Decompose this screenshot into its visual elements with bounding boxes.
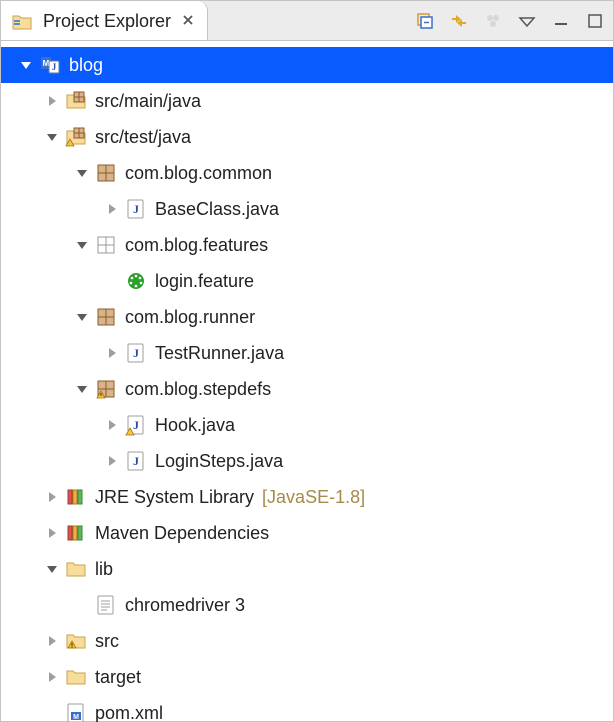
tree-item-maven-deps[interactable]: Maven Dependencies <box>1 515 613 551</box>
tree-item-chromedriver[interactable]: chromedriver 3 <box>1 587 613 623</box>
package-empty-icon <box>95 234 117 256</box>
expand-toggle[interactable] <box>73 308 91 326</box>
tree-label: src <box>95 631 119 652</box>
tree-item-baseclass[interactable]: BaseClass.java <box>1 191 613 227</box>
link-editor-button[interactable] <box>447 9 471 33</box>
tree-label: TestRunner.java <box>155 343 284 364</box>
tree-item-target[interactable]: target <box>1 659 613 695</box>
tree-label: com.blog.runner <box>125 307 255 328</box>
tree-item-src-main-java[interactable]: src/main/java <box>1 83 613 119</box>
tree-item-src[interactable]: src <box>1 623 613 659</box>
tab-title: Project Explorer <box>43 11 171 32</box>
tree-item-jre[interactable]: JRE System Library [JavaSE-1.8] <box>1 479 613 515</box>
tree-label: target <box>95 667 141 688</box>
project-explorer-icon <box>11 11 33 33</box>
expand-toggle[interactable] <box>73 236 91 254</box>
tree-item-login-feature[interactable]: login.feature <box>1 263 613 299</box>
maximize-view-button[interactable] <box>583 9 607 33</box>
tree-item-project[interactable]: blog <box>1 47 613 83</box>
tree-label: com.blog.features <box>125 235 268 256</box>
cucumber-feature-icon <box>125 270 147 292</box>
tree-label: login.feature <box>155 271 254 292</box>
view-menu-button[interactable] <box>515 9 539 33</box>
expand-toggle[interactable] <box>103 452 121 470</box>
tree-label: Hook.java <box>155 415 235 436</box>
expand-toggle[interactable] <box>43 560 61 578</box>
project-tree[interactable]: blog src/main/java src/test/java com.blo… <box>1 41 613 722</box>
java-file-warn-icon <box>125 414 147 436</box>
expand-toggle[interactable] <box>43 488 61 506</box>
tree-item-loginsteps[interactable]: LoginSteps.java <box>1 443 613 479</box>
tree-label: src/main/java <box>95 91 201 112</box>
maven-pom-icon <box>65 702 87 722</box>
library-icon <box>65 522 87 544</box>
tree-item-pkg-stepdefs[interactable]: com.blog.stepdefs <box>1 371 613 407</box>
expand-toggle[interactable] <box>43 92 61 110</box>
tree-item-testrunner[interactable]: TestRunner.java <box>1 335 613 371</box>
expand-toggle[interactable] <box>73 164 91 182</box>
tree-item-pom[interactable]: pom.xml <box>1 695 613 722</box>
source-folder-icon <box>65 90 87 112</box>
tab-project-explorer[interactable]: Project Explorer <box>1 1 208 40</box>
maven-java-project-icon <box>39 54 61 76</box>
tree-item-src-test-java[interactable]: src/test/java <box>1 119 613 155</box>
tree-label: LoginSteps.java <box>155 451 283 472</box>
folder-warn-icon <box>65 630 87 652</box>
collapse-all-button[interactable] <box>413 9 437 33</box>
tree-label: BaseClass.java <box>155 199 279 220</box>
tree-label: com.blog.stepdefs <box>125 379 271 400</box>
library-icon <box>65 486 87 508</box>
close-tab-icon[interactable] <box>181 11 195 32</box>
text-file-icon <box>95 594 117 616</box>
package-icon <box>95 162 117 184</box>
expand-toggle[interactable] <box>73 380 91 398</box>
tree-label: lib <box>95 559 113 580</box>
tree-item-pkg-features[interactable]: com.blog.features <box>1 227 613 263</box>
tree-label: chromedriver 3 <box>125 595 245 616</box>
tree-item-hook[interactable]: Hook.java <box>1 407 613 443</box>
expand-toggle[interactable] <box>103 344 121 362</box>
tree-item-lib[interactable]: lib <box>1 551 613 587</box>
expand-toggle[interactable] <box>103 200 121 218</box>
tree-label: pom.xml <box>95 703 163 722</box>
expand-toggle[interactable] <box>103 416 121 434</box>
tree-label: JRE System Library <box>95 487 254 508</box>
expand-toggle[interactable] <box>43 668 61 686</box>
java-file-icon <box>125 198 147 220</box>
tree-label: blog <box>69 55 103 76</box>
tree-item-pkg-common[interactable]: com.blog.common <box>1 155 613 191</box>
focus-task-button[interactable] <box>481 9 505 33</box>
java-file-icon <box>125 342 147 364</box>
expand-toggle[interactable] <box>43 128 61 146</box>
folder-icon <box>65 666 87 688</box>
minimize-view-button[interactable] <box>549 9 573 33</box>
tree-item-pkg-runner[interactable]: com.blog.runner <box>1 299 613 335</box>
folder-icon <box>65 558 87 580</box>
view-toolbar <box>413 1 613 40</box>
expand-toggle[interactable] <box>43 632 61 650</box>
expand-toggle[interactable] <box>43 524 61 542</box>
expand-toggle[interactable] <box>17 56 35 74</box>
java-file-icon <box>125 450 147 472</box>
tree-label: com.blog.common <box>125 163 272 184</box>
view-tabbar: Project Explorer <box>1 1 613 41</box>
tree-label: src/test/java <box>95 127 191 148</box>
tree-label: Maven Dependencies <box>95 523 269 544</box>
source-folder-warn-icon <box>65 126 87 148</box>
package-warn-icon <box>95 378 117 400</box>
package-icon <box>95 306 117 328</box>
tree-decoration: [JavaSE-1.8] <box>262 487 365 508</box>
